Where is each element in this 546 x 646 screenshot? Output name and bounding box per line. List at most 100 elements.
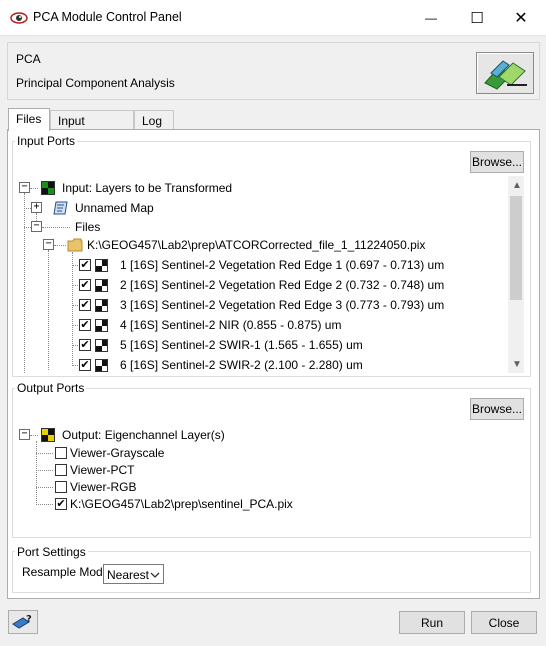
layer-output-icon: [41, 428, 55, 442]
input-browse-label: Browse...: [471, 155, 522, 169]
tree-line: [30, 435, 38, 436]
maximize-button[interactable]: ☐: [454, 0, 500, 36]
file-path[interactable]: K:\GEOG457\Lab2\prep\ATCORCorrected_file…: [87, 238, 425, 252]
minimize-icon: —: [425, 11, 437, 25]
channel-label: 4 [16S] Sentinel-2 NIR (0.855 - 0.875) u…: [120, 318, 342, 332]
output-label: Viewer-RGB: [70, 480, 137, 494]
tab-log-label: Log: [142, 114, 163, 128]
help-button[interactable]: ?: [8, 610, 38, 634]
module-description: Principal Component Analysis: [16, 76, 175, 90]
svg-text:?: ?: [26, 614, 32, 625]
map-icon: [53, 200, 70, 216]
scroll-down-icon[interactable]: ▼: [512, 359, 522, 370]
output-row[interactable]: Viewer-Grayscale: [36, 446, 336, 462]
channel-label: 6 [16S] Sentinel-2 SWIR-2 (2.100 - 2.280…: [120, 358, 363, 372]
channel-row[interactable]: ✔ 4 [16S] Sentinel-2 NIR (0.855 - 0.875) …: [72, 318, 502, 336]
collapse-files[interactable]: −: [31, 221, 42, 232]
output-checkbox[interactable]: ✔: [55, 498, 67, 510]
module-name: PCA: [16, 52, 41, 66]
channel-row[interactable]: ✔ 2 [16S] Sentinel-2 Vegetation Red Edge …: [72, 278, 502, 296]
chevron-down-icon: [150, 572, 160, 578]
channel-label: 5 [16S] Sentinel-2 SWIR-1 (1.565 - 1.655…: [120, 338, 363, 352]
tree-line: [72, 365, 78, 366]
collapse-input-root[interactable]: −: [19, 182, 30, 193]
output-row[interactable]: Viewer-RGB: [36, 480, 336, 496]
resample-mode-select[interactable]: Nearest: [103, 564, 164, 584]
output-browse-label: Browse...: [471, 402, 522, 416]
output-checkbox[interactable]: [55, 481, 67, 493]
input-tree-scrollbar[interactable]: ▲ ▼: [508, 176, 524, 373]
tab-files-label: Files: [16, 112, 42, 126]
channel-checkbox[interactable]: ✔: [79, 279, 91, 291]
close-icon: ✕: [514, 10, 528, 27]
eye-icon: [10, 12, 28, 24]
channel-row[interactable]: ✔ 3 [16S] Sentinel-2 Vegetation Red Edge …: [72, 298, 502, 316]
output-label: Viewer-Grayscale: [70, 446, 165, 460]
tree-line: [42, 227, 70, 228]
channel-checkbox[interactable]: ✔: [79, 319, 91, 331]
pca-module-graphic: [484, 60, 527, 90]
channel-row[interactable]: ✔ 5 [16S] Sentinel-2 SWIR-1 (1.565 - 1.65…: [72, 338, 502, 356]
tree-line: [30, 188, 38, 189]
channel-row[interactable]: ✔ 6 [16S] Sentinel-2 SWIR-2 (2.100 - 2.28…: [72, 358, 502, 376]
channel-icon: [95, 299, 108, 312]
tree-line: [72, 285, 78, 286]
tree-line: [36, 504, 53, 505]
close-button[interactable]: Close: [471, 611, 537, 634]
resample-mode-label: Resample Mode: [22, 565, 110, 579]
channel-label: 2 [16S] Sentinel-2 Vegetation Red Edge 2…: [120, 278, 445, 292]
channel-checkbox[interactable]: ✔: [79, 339, 91, 351]
tree-line: [36, 487, 53, 488]
minimize-button[interactable]: —: [408, 0, 454, 36]
channel-checkbox[interactable]: ✔: [79, 259, 91, 271]
input-ports-label: Input Ports: [15, 134, 78, 148]
resample-mode-value: Nearest: [107, 568, 150, 582]
collapse-output-root[interactable]: −: [19, 429, 30, 440]
map-label[interactable]: Unnamed Map: [75, 201, 154, 215]
window-title: PCA Module Control Panel: [33, 10, 182, 24]
scroll-up-icon[interactable]: ▲: [512, 180, 522, 191]
close-window-button[interactable]: ✕: [498, 0, 544, 36]
close-label: Close: [488, 615, 520, 630]
channel-checkbox[interactable]: ✔: [79, 299, 91, 311]
tree-line: [48, 250, 49, 370]
output-row[interactable]: ✔ K:\GEOG457\Lab2\prep\sentinel_PCA.pix: [36, 497, 336, 513]
tree-line: [54, 245, 66, 246]
output-row[interactable]: Viewer-PCT: [36, 463, 336, 479]
scroll-thumb[interactable]: [510, 196, 522, 300]
channel-label: 3 [16S] Sentinel-2 Vegetation Red Edge 3…: [120, 298, 445, 312]
folder-icon: [67, 238, 83, 252]
tree-line: [24, 193, 25, 373]
channel-row[interactable]: ✔ 1 [16S] Sentinel-2 Vegetation Red Edge …: [72, 258, 502, 276]
tree-line: [72, 345, 78, 346]
tree-line: [24, 208, 31, 209]
output-checkbox[interactable]: [55, 464, 67, 476]
tab-input-params[interactable]: Input Params 1: [50, 110, 134, 148]
pca-module-icon[interactable]: [476, 52, 534, 94]
help-icon: ?: [12, 614, 32, 629]
channel-icon: [95, 319, 108, 332]
tab-files[interactable]: Files: [8, 108, 50, 131]
run-label: Run: [420, 615, 443, 630]
channel-label: 1 [16S] Sentinel-2 Vegetation Red Edge 1…: [120, 258, 445, 272]
tab-log[interactable]: Log: [134, 110, 174, 130]
port-settings-label: Port Settings: [15, 545, 88, 559]
input-root-label[interactable]: Input: Layers to be Transformed: [62, 181, 232, 195]
output-root-label[interactable]: Output: Eigenchannel Layer(s): [62, 428, 225, 442]
run-button[interactable]: Run: [399, 611, 465, 634]
output-browse-button[interactable]: Browse...: [470, 398, 524, 420]
output-label: Viewer-PCT: [70, 463, 135, 477]
output-checkbox[interactable]: [55, 447, 67, 459]
channel-icon: [95, 339, 108, 352]
input-browse-button[interactable]: Browse...: [470, 151, 524, 173]
channel-checkbox[interactable]: ✔: [79, 359, 91, 371]
module-header: PCA Principal Component Analysis: [7, 42, 540, 100]
channel-icon: [95, 259, 108, 272]
tree-line: [72, 265, 78, 266]
files-label[interactable]: Files: [75, 220, 100, 234]
title-bar[interactable]: PCA Module Control Panel — ☐ ✕: [0, 0, 546, 36]
collapse-file[interactable]: −: [43, 239, 54, 250]
maximize-icon: ☐: [470, 10, 484, 27]
expand-map[interactable]: +: [31, 202, 42, 213]
channel-icon: [95, 359, 108, 372]
